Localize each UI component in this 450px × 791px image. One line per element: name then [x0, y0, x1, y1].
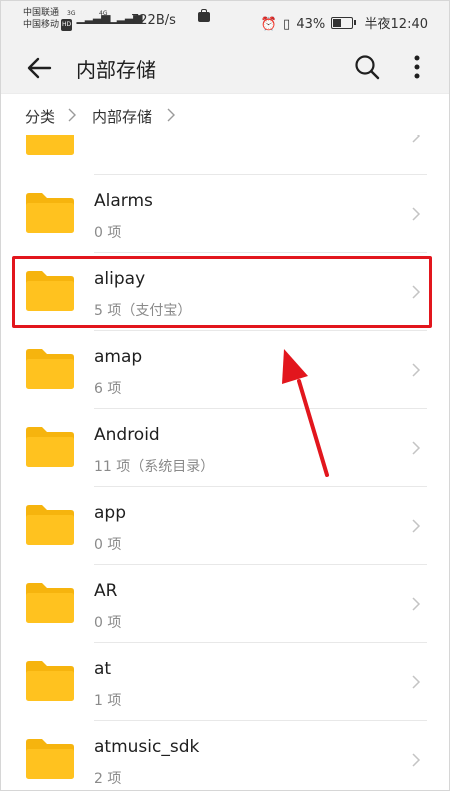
folder-icon: [26, 349, 74, 389]
status-bar: 中国联通 中国移动 HD 3G▁▂▃▅ 4G▁▂▃▅ 722B/s ⏰ ▯ 43%…: [1, 1, 449, 43]
screen: 中国联通 中国移动 HD 3G▁▂▃▅ 4G▁▂▃▅ 722B/s ⏰ ▯ 43%…: [0, 0, 450, 791]
chevron-right-icon: [68, 108, 76, 122]
app-bar: 内部存储: [1, 43, 449, 93]
folder-icon: [26, 661, 74, 701]
file-meta: 1 项: [94, 693, 122, 709]
file-meta: 11 项（系统目录）: [94, 459, 215, 475]
breadcrumb-item-internal-storage[interactable]: 内部存储: [92, 106, 152, 127]
breadcrumb-item-category[interactable]: 分类: [25, 106, 55, 127]
folder-icon: [26, 739, 74, 779]
file-name: amap: [94, 347, 143, 367]
file-row[interactable]: app 0 项: [1, 487, 449, 565]
status-right: ⏰ ▯ 43% 半夜12:40: [259, 13, 428, 32]
file-row[interactable]: at 1 项: [1, 643, 449, 721]
page-title: 内部存储: [76, 58, 156, 82]
chevron-right-icon: [412, 441, 421, 455]
file-name: atmusic_sdk: [94, 737, 200, 757]
chevron-right-icon: [412, 675, 421, 689]
alarm-icon: ⏰: [260, 17, 277, 32]
folder-icon: [26, 505, 74, 545]
clock: 半夜12:40: [364, 17, 428, 32]
back-arrow-icon[interactable]: [25, 54, 53, 82]
file-row[interactable]: Android 11 项（系统目录）: [1, 409, 449, 487]
folder-icon: [26, 135, 74, 155]
file-meta: 6 项: [94, 381, 122, 397]
search-icon[interactable]: [353, 53, 381, 81]
folder-icon: [26, 193, 74, 233]
briefcase-icon: [198, 9, 210, 22]
chevron-right-icon: [412, 207, 421, 221]
chevron-right-icon: [412, 363, 421, 377]
file-meta: 2 项: [94, 771, 122, 787]
file-meta: 0 项: [94, 225, 122, 241]
network-speed: 722B/s: [131, 13, 176, 28]
highlight-box: [12, 256, 432, 328]
file-list: 6 项Alarms0 项alipay5 项（支付宝）amap6 项Android…: [1, 135, 449, 790]
file-row[interactable]: 6 项: [1, 135, 449, 175]
carrier-2: 中国移动: [23, 20, 60, 30]
file-name: AR: [94, 581, 118, 601]
carrier-labels: 中国联通 中国移动 HD: [23, 7, 73, 31]
file-name: Alarms: [94, 191, 153, 211]
file-name: Android: [94, 425, 160, 445]
breadcrumb: 分类 内部存储: [1, 93, 449, 136]
chevron-right-icon: [412, 597, 421, 611]
carrier-1: 中国联通: [23, 8, 60, 18]
battery-icon: [331, 17, 357, 29]
file-name: app: [94, 503, 126, 523]
folder-icon: [26, 583, 74, 623]
more-vert-icon[interactable]: [405, 53, 429, 81]
chevron-right-icon: [167, 108, 175, 122]
vibrate-icon: ▯: [283, 17, 291, 32]
file-meta: 0 项: [94, 537, 122, 553]
battery-percent: 43%: [296, 17, 326, 32]
file-row[interactable]: amap 6 项: [1, 331, 449, 409]
file-name: at: [94, 659, 112, 679]
folder-icon: [26, 427, 74, 467]
chevron-right-icon: [412, 519, 421, 533]
file-row[interactable]: Alarms 0 项: [1, 175, 449, 253]
file-row[interactable]: atmusic_sdk 2 项: [1, 721, 449, 790]
file-row[interactable]: AR 0 项: [1, 565, 449, 643]
file-meta: 0 项: [94, 615, 122, 631]
chevron-right-icon: [412, 135, 421, 143]
chevron-right-icon: [412, 753, 421, 767]
